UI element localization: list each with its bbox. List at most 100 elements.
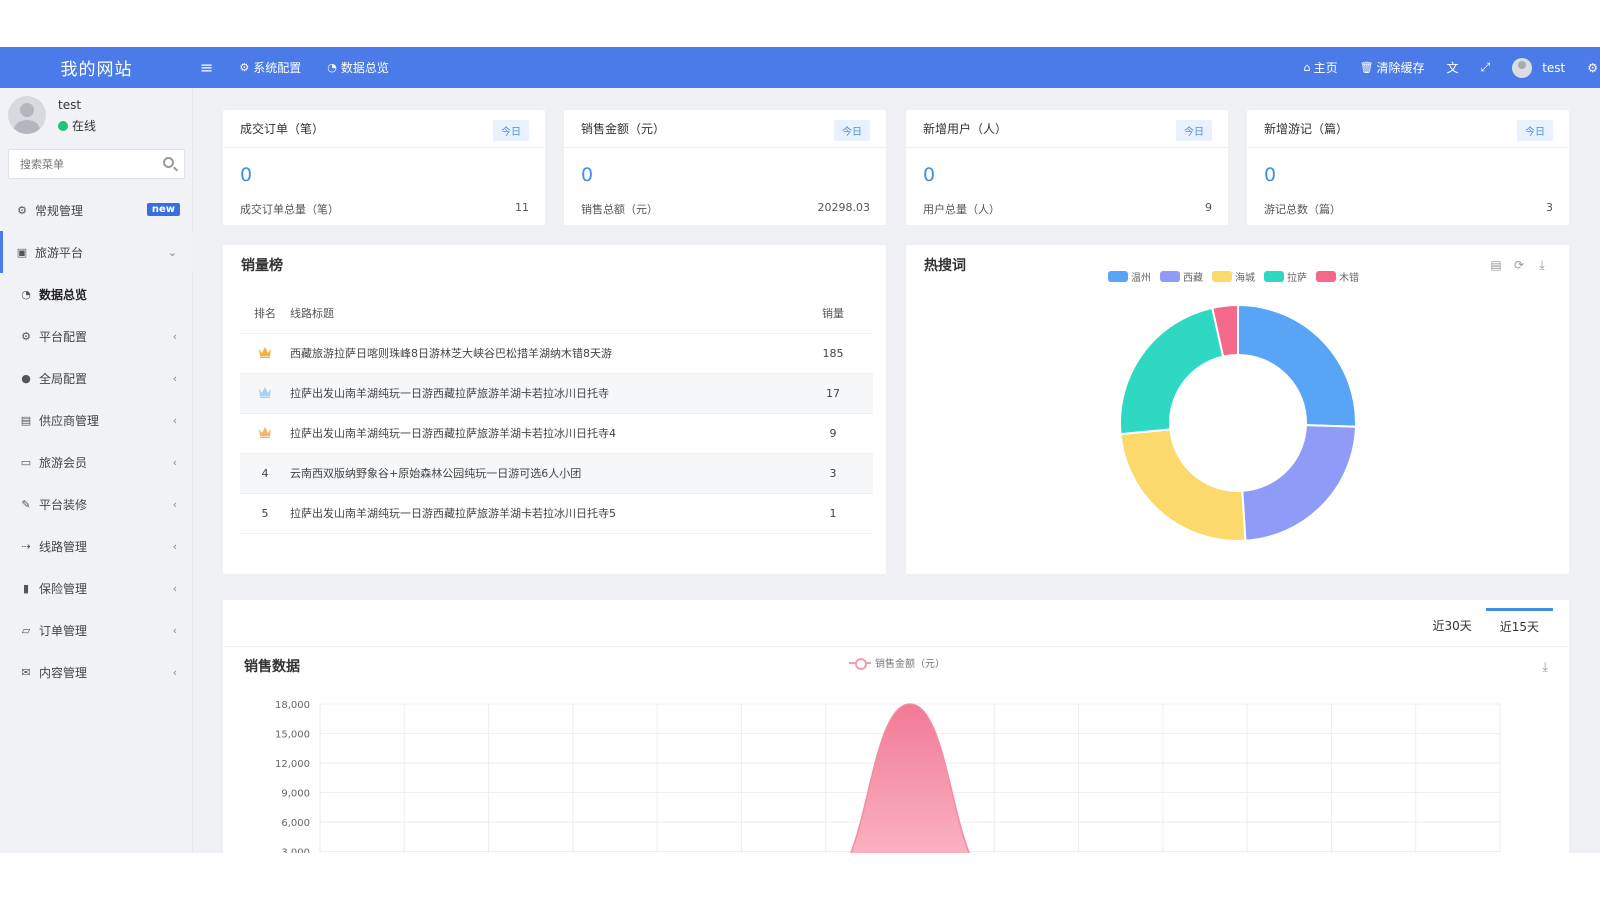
legend-label: 木错 bbox=[1339, 273, 1359, 284]
clear-cache-label: 清除缓存 bbox=[1376, 61, 1425, 75]
sidebar-item-global-config[interactable]: ● 全局配置 ‹ bbox=[0, 357, 193, 399]
file-icon[interactable]: ▤ bbox=[1489, 258, 1503, 272]
sidebar-menu: ⚙ 常规管理 new ▣ 旅游平台 ⌄ ◔ 数据总览 ⚙ 平台配置 ‹ ● 全局… bbox=[0, 189, 193, 693]
stat-title: 成交订单（笔） bbox=[240, 122, 325, 136]
home-link-label: 主页 bbox=[1313, 61, 1338, 75]
sidebar-item-orders[interactable]: ▱ 订单管理 ‹ bbox=[0, 609, 193, 651]
sidebar-item-label: 平台配置 bbox=[39, 329, 88, 344]
sidebar-item-members[interactable]: ▭ 旅游会员 ‹ bbox=[0, 441, 193, 483]
sales-data-card: 近30天 近15天 销售数据 销售金额（元） ⤓ 18,000 15,000 12,… bbox=[223, 600, 1569, 853]
admin-app: 我的网站 ≡ ⚙ 系统配置 ◔ 数据总览 ⌂ 主页 🗑 清除缓存 文 ⤢ tes… bbox=[0, 47, 1600, 853]
menu-toggle-icon[interactable]: ≡ bbox=[200, 58, 213, 77]
nav-data-overview[interactable]: ◔ 数据总览 bbox=[327, 59, 389, 76]
sidebar-item-label: 平台装修 bbox=[39, 497, 88, 512]
menu-search bbox=[8, 149, 185, 179]
legend-item[interactable]: 西藏 bbox=[1160, 269, 1203, 284]
bus-icon: ▣ bbox=[16, 245, 28, 259]
fullscreen-icon[interactable]: ⤢ bbox=[1481, 60, 1491, 75]
chevron-left-icon: ‹ bbox=[172, 455, 177, 469]
legend-item[interactable]: 拉萨 bbox=[1264, 269, 1307, 284]
sales-cell: 17 bbox=[793, 373, 873, 414]
ranking-body: 西藏旅游拉萨日喀则珠峰8日游林芝大峡谷巴松措羊湖纳木错8天游 185 拉萨出发山南羊… bbox=[240, 333, 873, 534]
chevron-left-icon: ‹ bbox=[172, 497, 177, 511]
sidebar-item-label: 订单管理 bbox=[39, 623, 88, 638]
sidebar-item-content[interactable]: ✉ 内容管理 ‹ bbox=[0, 651, 193, 693]
table-row[interactable]: 拉萨出发山南羊湖纯玩一日游西藏拉萨旅游羊湖卡若拉冰川日托寺 17 bbox=[240, 373, 873, 414]
legend-swatch bbox=[1316, 271, 1336, 282]
hot-words-title: 热搜词 bbox=[924, 258, 966, 274]
stat-card-header: 成交订单（笔） 今日 bbox=[223, 110, 545, 148]
donut-slice[interactable] bbox=[1241, 424, 1357, 542]
today-badge: 今日 bbox=[834, 120, 870, 141]
refresh-icon[interactable]: ⟳ bbox=[1512, 258, 1526, 272]
route-title-cell: 西藏旅游拉萨日喀则珠峰8日游林芝大峡谷巴松措羊湖纳木错8天游 bbox=[290, 333, 793, 374]
online-status-icon bbox=[58, 120, 68, 131]
hot-words-card: 热搜词 温州 西藏 海城 拉萨 木错 ▤ ⟳ ⤓ bbox=[906, 245, 1569, 574]
column-header-title: 线路标题 bbox=[290, 293, 793, 334]
stat-value: 0 bbox=[923, 164, 936, 186]
dashboard-icon: ◔ bbox=[21, 287, 31, 301]
legend-label: 西藏 bbox=[1183, 273, 1203, 284]
home-link[interactable]: ⌂ 主页 bbox=[1304, 59, 1338, 76]
stat-card-header: 新增用户（人） 今日 bbox=[906, 110, 1228, 148]
settings-icon[interactable]: ⚙ bbox=[1587, 61, 1598, 75]
today-badge: 今日 bbox=[493, 120, 529, 141]
table-row[interactable]: 4 云南西双版纳野象谷+原始森林公园纯玩一日游可选6人小团 3 bbox=[240, 453, 873, 494]
donut-slice[interactable] bbox=[1237, 303, 1357, 428]
y-tick-label: 9,000 bbox=[281, 789, 310, 800]
chart-toolbox: ▤ ⟳ ⤓ bbox=[1480, 258, 1549, 272]
rank-cell bbox=[240, 373, 290, 414]
top-navbar: 我的网站 ≡ ⚙ 系统配置 ◔ 数据总览 ⌂ 主页 🗑 清除缓存 文 ⤢ tes… bbox=[0, 47, 1600, 88]
ranking-title: 销量榜 bbox=[241, 258, 283, 274]
user-menu[interactable]: test bbox=[1512, 57, 1565, 78]
legend-item[interactable]: 木错 bbox=[1316, 269, 1359, 284]
table-row[interactable]: 拉萨出发山南羊湖纯玩一日游西藏拉萨旅游羊湖卡若拉冰川日托寺4 9 bbox=[240, 413, 873, 454]
stat-total-label: 用户总量（人） bbox=[923, 203, 1000, 216]
legend-item[interactable]: 温州 bbox=[1108, 269, 1151, 284]
language-icon[interactable]: 文 bbox=[1447, 59, 1459, 76]
legend-swatch bbox=[1264, 271, 1284, 282]
stat-total-label: 成交订单总量（笔） bbox=[240, 203, 339, 216]
site-logo[interactable]: 我的网站 bbox=[0, 47, 193, 88]
table-row[interactable]: 5 拉萨出发山南羊湖纯玩一日游西藏拉萨旅游羊湖卡若拉冰川日托寺5 1 bbox=[240, 493, 873, 534]
brush-icon: ✎ bbox=[21, 497, 31, 511]
donut-slice[interactable] bbox=[1119, 428, 1247, 542]
chevron-down-icon: ⌄ bbox=[167, 245, 177, 259]
sidebar-item-label: 旅游会员 bbox=[39, 455, 88, 470]
clear-cache-button[interactable]: 🗑 清除缓存 bbox=[1360, 59, 1425, 76]
download-icon[interactable]: ⤓ bbox=[1535, 258, 1549, 272]
sales-area-chart: 18,000 15,000 12,000 9,000 6,000 3,000 bbox=[275, 700, 1501, 853]
sidebar-item-platform-config[interactable]: ⚙ 平台配置 ‹ bbox=[0, 315, 193, 357]
sidebar-item-supplier[interactable]: ▤ 供应商管理 ‹ bbox=[0, 399, 193, 441]
sidebar-item-general[interactable]: ⚙ 常规管理 new bbox=[0, 189, 193, 231]
route-title-cell: 拉萨出发山南羊湖纯玩一日游西藏拉萨旅游羊湖卡若拉冰川日托寺 bbox=[290, 373, 793, 414]
route-icon: ⇢ bbox=[21, 539, 31, 553]
chevron-left-icon: ‹ bbox=[172, 413, 177, 427]
crown-icon bbox=[258, 346, 272, 358]
nav-system-config[interactable]: ⚙ 系统配置 bbox=[239, 59, 301, 76]
sidebar-item-label: 数据总览 bbox=[39, 287, 88, 302]
sales-cell: 9 bbox=[793, 413, 873, 454]
stat-title: 销售金额（元） bbox=[581, 122, 666, 136]
rank-cell bbox=[240, 413, 290, 454]
sidebar-item-insurance[interactable]: ▮ 保险管理 ‹ bbox=[0, 567, 193, 609]
hot-words-donut-chart bbox=[1119, 303, 1357, 542]
search-icon[interactable] bbox=[163, 157, 174, 168]
rank-cell: 4 bbox=[240, 453, 290, 494]
column-header-sales: 销量 bbox=[793, 293, 873, 334]
donut-slice[interactable] bbox=[1119, 306, 1225, 436]
cogs-icon: ⚙ bbox=[21, 329, 31, 343]
sidebar-item-data-overview[interactable]: ◔ 数据总览 bbox=[0, 273, 193, 315]
folder-icon: ▱ bbox=[21, 623, 31, 637]
sidebar-item-decoration[interactable]: ✎ 平台装修 ‹ bbox=[0, 483, 193, 525]
legend-item[interactable]: 海城 bbox=[1212, 269, 1255, 284]
sidebar-item-routes[interactable]: ⇢ 线路管理 ‹ bbox=[0, 525, 193, 567]
sidebar-item-travel-platform[interactable]: ▣ 旅游平台 ⌄ bbox=[0, 231, 193, 273]
stat-card-new-notes: 新增游记（篇） 今日 0 游记总数（篇） 3 bbox=[1247, 110, 1569, 225]
sidebar-item-label: 旅游平台 bbox=[35, 245, 84, 260]
legend-label: 拉萨 bbox=[1287, 273, 1307, 284]
sales-cell: 185 bbox=[793, 333, 873, 374]
sidebar-item-label: 全局配置 bbox=[39, 371, 88, 386]
table-row[interactable]: 西藏旅游拉萨日喀则珠峰8日游林芝大峡谷巴松措羊湖纳木错8天游 185 bbox=[240, 333, 873, 374]
menu-search-input[interactable] bbox=[9, 150, 149, 178]
